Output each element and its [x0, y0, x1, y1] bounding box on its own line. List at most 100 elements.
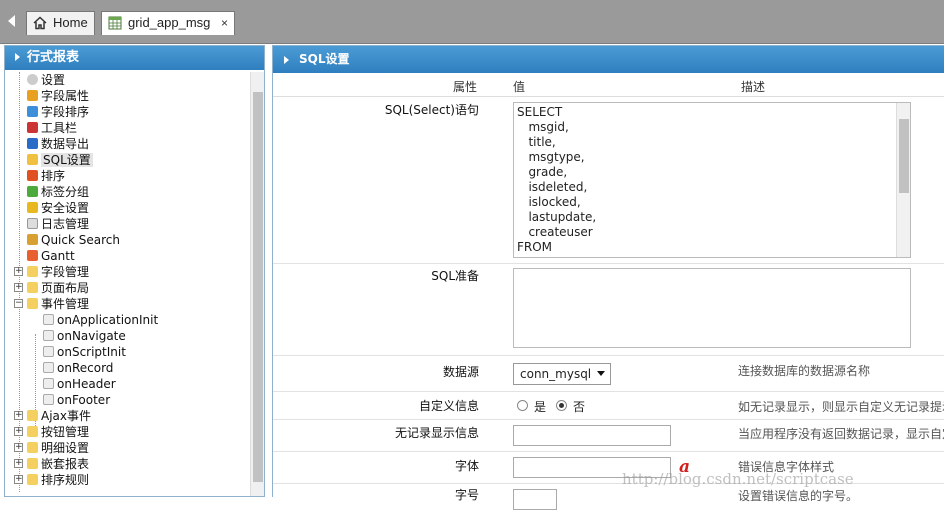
- event-icon: [43, 314, 54, 325]
- sql-line: title,: [517, 135, 556, 149]
- tree-item-field-props[interactable]: 字段属性: [27, 88, 89, 104]
- datasource-select[interactable]: conn_mysql: [513, 363, 611, 385]
- move-icon: [27, 106, 38, 117]
- event-icon: [43, 394, 54, 405]
- tree-item-on-footer[interactable]: onFooter: [43, 392, 110, 408]
- row-no-record-message: 无记录显示信息 当应用程序没有返回数据记录，显示自定: [273, 420, 944, 452]
- tree-item-security[interactable]: 安全设置: [27, 200, 89, 216]
- tab-grid-app-msg[interactable]: grid_app_msg ×: [101, 11, 235, 35]
- radio-no[interactable]: [556, 400, 567, 411]
- tree-item-sort[interactable]: 排序: [27, 168, 65, 184]
- datasource-desc: 连接数据库的数据源名称: [738, 364, 871, 378]
- scroll-thumb[interactable]: [899, 119, 909, 193]
- lock-icon: [27, 202, 38, 213]
- no-record-label: 无记录显示信息: [394, 426, 479, 440]
- left-scrollbar[interactable]: [250, 72, 264, 496]
- font-size-desc: 设置错误信息的字号。: [738, 489, 859, 503]
- sql-line: SELECT: [517, 105, 563, 119]
- expand-icon[interactable]: +: [14, 283, 23, 292]
- expand-icon[interactable]: +: [14, 443, 23, 452]
- event-icon: [43, 362, 54, 373]
- datasource-label: 数据源: [442, 365, 479, 379]
- tree-item-gantt[interactable]: Gantt: [27, 248, 75, 264]
- tree-item-field-manage[interactable]: 字段管理: [27, 264, 89, 280]
- tree-item-settings[interactable]: 设置: [27, 72, 65, 88]
- sql-lines: SELECT msgid, title, msgtype, grade, isd…: [517, 105, 907, 255]
- collapse-arrow-icon[interactable]: [15, 53, 20, 61]
- tree-item-on-navigate[interactable]: onNavigate: [43, 328, 126, 344]
- tree-item-events[interactable]: 事件管理: [27, 296, 89, 312]
- chevron-down-icon: [597, 371, 605, 376]
- watermark: http://blog.csdn.net/scriptcase: [622, 470, 854, 488]
- folder-icon: [27, 266, 38, 277]
- tree-item-sort-rules[interactable]: 排序规则: [27, 472, 89, 488]
- back-arrow-icon[interactable]: [8, 15, 15, 27]
- pencil-icon: [27, 90, 38, 101]
- sql-prep-textarea[interactable]: [513, 268, 911, 348]
- textarea-scrollbar[interactable]: [896, 103, 910, 257]
- radio-no-label: 否: [573, 400, 586, 414]
- expand-icon[interactable]: +: [14, 427, 23, 436]
- main-panel-title: SQL设置: [299, 52, 350, 66]
- event-icon: [43, 378, 54, 389]
- custom-message-label: 自定义信息: [418, 399, 479, 413]
- tree-item-toolbar[interactable]: 工具栏: [27, 120, 77, 136]
- tree-item-detail[interactable]: 明细设置: [27, 440, 89, 456]
- nav-tree: 设置 字段属性 字段排序 工具栏 数据导出 SQL设置 排序 标签分组 安全设置…: [5, 72, 249, 498]
- folder-icon: [27, 410, 38, 421]
- collapse-icon[interactable]: −: [14, 299, 23, 308]
- export-arrow-icon: [27, 138, 38, 149]
- tree-item-on-application-init[interactable]: onApplicationInit: [43, 312, 158, 328]
- sql-line: createuser: [517, 225, 593, 239]
- folder-icon: [27, 282, 38, 293]
- radio-yes[interactable]: [517, 400, 528, 411]
- tree-item-on-script-init[interactable]: onScriptInit: [43, 344, 126, 360]
- tree-item-nested[interactable]: 嵌套报表: [27, 456, 89, 472]
- no-record-input[interactable]: [513, 425, 671, 446]
- tab-home[interactable]: Home: [26, 11, 95, 35]
- expand-icon[interactable]: +: [14, 475, 23, 484]
- sql-line: lastupdate,: [517, 210, 597, 224]
- tab-app-label: grid_app_msg: [128, 15, 211, 30]
- section-arrow-icon: [284, 56, 289, 64]
- home-icon: [33, 16, 47, 30]
- tree-item-sql-settings[interactable]: SQL设置: [27, 152, 93, 168]
- col-value: 值: [513, 80, 526, 94]
- scroll-thumb[interactable]: [253, 92, 263, 482]
- gear-icon: [27, 74, 38, 85]
- custom-message-desc: 如无记录显示，则显示自定义无记录提示: [738, 400, 944, 414]
- tree-item-quick-search[interactable]: Quick Search: [27, 232, 120, 248]
- tree-item-on-header[interactable]: onHeader: [43, 376, 116, 392]
- row-custom-message: 自定义信息 是 否 如无记录显示，则显示自定义无记录提示: [273, 392, 944, 420]
- folder-icon: [27, 426, 38, 437]
- font-size-label: 字号: [454, 488, 479, 502]
- expand-icon[interactable]: +: [14, 267, 23, 276]
- expand-icon[interactable]: +: [14, 411, 23, 420]
- tree-item-ajax-events[interactable]: Ajax事件: [27, 408, 91, 424]
- sql-icon: [27, 154, 38, 165]
- left-panel-title: 行式报表: [27, 50, 80, 65]
- log-icon: [27, 218, 38, 229]
- tree-item-field-order[interactable]: 字段排序: [27, 104, 89, 120]
- left-panel-header: 行式报表: [5, 46, 264, 70]
- tree-item-on-record[interactable]: onRecord: [43, 360, 113, 376]
- main-panel-header: SQL设置: [273, 46, 944, 73]
- tree-item-tab-group[interactable]: 标签分组: [27, 184, 89, 200]
- tree-item-page-layout[interactable]: 页面布局: [27, 280, 89, 296]
- event-icon: [43, 346, 54, 357]
- no-record-desc: 当应用程序没有返回数据记录，显示自定: [738, 427, 944, 441]
- row-sql-select: SQL(Select)语句 SELECT msgid, title, msgty…: [273, 98, 944, 264]
- grid-icon: [108, 16, 122, 30]
- sql-select-textarea[interactable]: SELECT msgid, title, msgtype, grade, isd…: [513, 102, 911, 258]
- expand-icon[interactable]: +: [14, 459, 23, 468]
- gantt-chart-icon: [27, 250, 38, 261]
- row-datasource: 数据源 conn_mysql 连接数据库的数据源名称: [273, 356, 944, 392]
- close-icon[interactable]: ×: [221, 12, 228, 34]
- font-size-input[interactable]: [513, 489, 557, 510]
- sort-icon: [27, 170, 38, 181]
- column-header: 属性 值 描述: [273, 75, 944, 97]
- tree-item-log[interactable]: 日志管理: [27, 216, 89, 232]
- tree-item-export[interactable]: 数据导出: [27, 136, 89, 152]
- sql-line: grade,: [517, 165, 568, 179]
- tree-item-buttons[interactable]: 按钮管理: [27, 424, 89, 440]
